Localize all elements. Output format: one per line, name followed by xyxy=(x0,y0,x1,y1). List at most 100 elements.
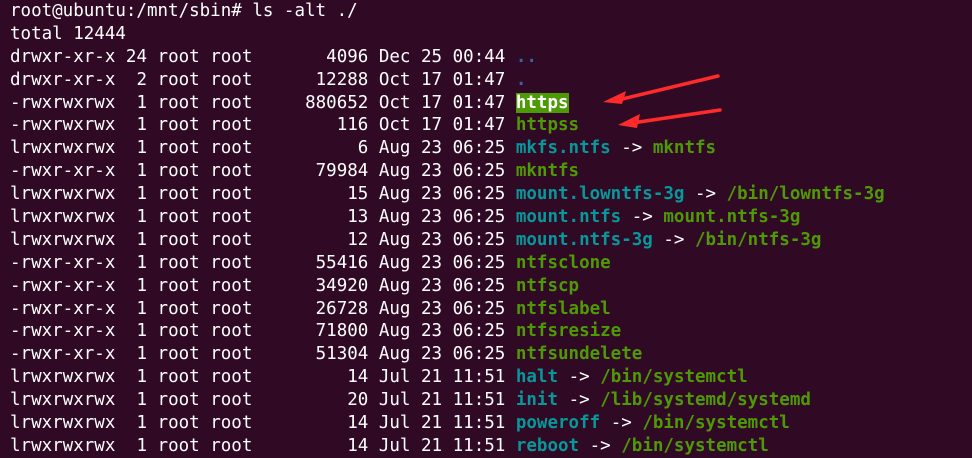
listing-row: drwxr-xr-x 24 root root 4096 Dec 25 00:4… xyxy=(10,46,972,69)
day: 23 xyxy=(421,138,443,159)
file-size: 880652 xyxy=(262,92,369,113)
permissions: lrwxrwxrwx xyxy=(10,367,116,388)
time: 06:25 xyxy=(452,207,506,228)
time: 11:51 xyxy=(452,413,506,434)
group: root xyxy=(210,298,253,319)
link-count: 1 xyxy=(125,138,147,159)
permissions: drwxr-xr-x xyxy=(10,69,116,90)
listing-row: -rwxr-xr-x 1 root root 34920 Aug 23 06:2… xyxy=(10,275,972,298)
group: root xyxy=(210,367,253,388)
time: 01:47 xyxy=(452,115,506,136)
group: root xyxy=(210,161,253,182)
permissions: -rwxr-xr-x xyxy=(10,298,116,319)
file-name: mount.ntfs-3g xyxy=(515,229,653,250)
link-target: /bin/ntfs-3g xyxy=(695,229,822,250)
listing-row: lrwxrwxrwx 1 root root 20 Jul 21 11:51 i… xyxy=(10,389,972,412)
day: 23 xyxy=(421,321,443,342)
time: 06:25 xyxy=(452,184,506,205)
time: 11:51 xyxy=(452,435,506,456)
permissions: lrwxrwxrwx xyxy=(10,207,116,228)
prompt-line: root@ubuntu:/mnt/sbin# ls -alt ./ xyxy=(10,1,358,21)
owner: root xyxy=(157,252,200,273)
link-count: 1 xyxy=(125,275,147,296)
day: 23 xyxy=(421,344,443,365)
link-count: 1 xyxy=(125,92,147,113)
day: 17 xyxy=(421,92,443,113)
time: 11:51 xyxy=(452,390,506,411)
owner: root xyxy=(157,184,200,205)
file-listing: drwxr-xr-x 24 root root 4096 Dec 25 00:4… xyxy=(10,46,972,458)
file-name: halt xyxy=(515,367,559,388)
time: 06:25 xyxy=(452,138,506,159)
time: 06:25 xyxy=(452,252,506,273)
month: Aug xyxy=(378,298,411,319)
file-size: 4096 xyxy=(262,46,369,67)
group: root xyxy=(210,92,253,113)
owner: root xyxy=(157,344,200,365)
file-size: 15 xyxy=(262,184,369,205)
day: 23 xyxy=(421,207,443,228)
group: root xyxy=(210,207,253,228)
owner: root xyxy=(157,138,200,159)
group: root xyxy=(210,435,253,456)
listing-row: lrwxrwxrwx 1 root root 14 Jul 21 11:51 h… xyxy=(10,366,972,389)
listing-row: -rwxr-xr-x 1 root root 71800 Aug 23 06:2… xyxy=(10,320,972,343)
group: root xyxy=(210,46,253,67)
file-name: ntfsundelete xyxy=(515,344,643,365)
file-size: 12 xyxy=(262,229,369,250)
file-name: mkntfs xyxy=(515,161,580,182)
month: Dec xyxy=(378,46,411,67)
day: 21 xyxy=(421,413,443,434)
file-size: 12288 xyxy=(262,69,369,90)
link-count: 24 xyxy=(125,46,147,67)
link-count: 1 xyxy=(125,344,147,365)
group: root xyxy=(210,252,253,273)
file-size: 13 xyxy=(262,207,369,228)
owner: root xyxy=(157,413,200,434)
link-target: /bin/systemctl xyxy=(600,367,748,388)
owner: root xyxy=(157,92,200,113)
link-count: 1 xyxy=(125,252,147,273)
owner: root xyxy=(157,46,200,67)
terminal-window[interactable]: root@ubuntu:/mnt/sbin# ls -alt ./ total … xyxy=(0,0,972,456)
group: root xyxy=(210,390,253,411)
link-count: 1 xyxy=(125,161,147,182)
link-count: 1 xyxy=(125,115,147,136)
month: Aug xyxy=(378,161,411,182)
file-name: mount.lowntfs-3g xyxy=(515,184,685,205)
link-arrow: -> xyxy=(568,390,590,411)
link-count: 1 xyxy=(125,298,147,319)
file-name: httpss xyxy=(515,115,580,136)
owner: root xyxy=(157,321,200,342)
listing-row: lrwxrwxrwx 1 root root 14 Jul 21 11:51 r… xyxy=(10,435,972,458)
owner: root xyxy=(157,390,200,411)
month: Aug xyxy=(378,207,411,228)
link-target: /bin/systemctl xyxy=(642,413,790,434)
day: 23 xyxy=(421,161,443,182)
total-line: total 12444 xyxy=(10,23,126,44)
file-size: 79984 xyxy=(262,161,369,182)
permissions: lrwxrwxrwx xyxy=(10,413,116,434)
time: 01:47 xyxy=(452,69,506,90)
day: 25 xyxy=(421,46,443,67)
link-arrow: -> xyxy=(610,413,632,434)
file-name: ntfscp xyxy=(515,275,580,296)
permissions: -rwxr-xr-x xyxy=(10,275,116,296)
month: Aug xyxy=(378,138,411,159)
permissions: -rwxr-xr-x xyxy=(10,252,116,273)
group: root xyxy=(210,321,253,342)
link-target: /bin/lowntfs-3g xyxy=(726,184,885,205)
day: 23 xyxy=(421,275,443,296)
group: root xyxy=(210,138,253,159)
month: Aug xyxy=(378,275,411,296)
file-name: mkfs.ntfs xyxy=(515,138,611,159)
listing-row: -rwxr-xr-x 1 root root 51304 Aug 23 06:2… xyxy=(10,343,972,366)
time: 06:25 xyxy=(452,321,506,342)
link-count: 2 xyxy=(125,69,147,90)
day: 21 xyxy=(421,435,443,456)
month: Jul xyxy=(378,390,411,411)
listing-row: -rwxr-xr-x 1 root root 26728 Aug 23 06:2… xyxy=(10,298,972,321)
month: Jul xyxy=(378,413,411,434)
listing-row: lrwxrwxrwx 1 root root 6 Aug 23 06:25 mk… xyxy=(10,137,972,160)
link-count: 1 xyxy=(125,390,147,411)
